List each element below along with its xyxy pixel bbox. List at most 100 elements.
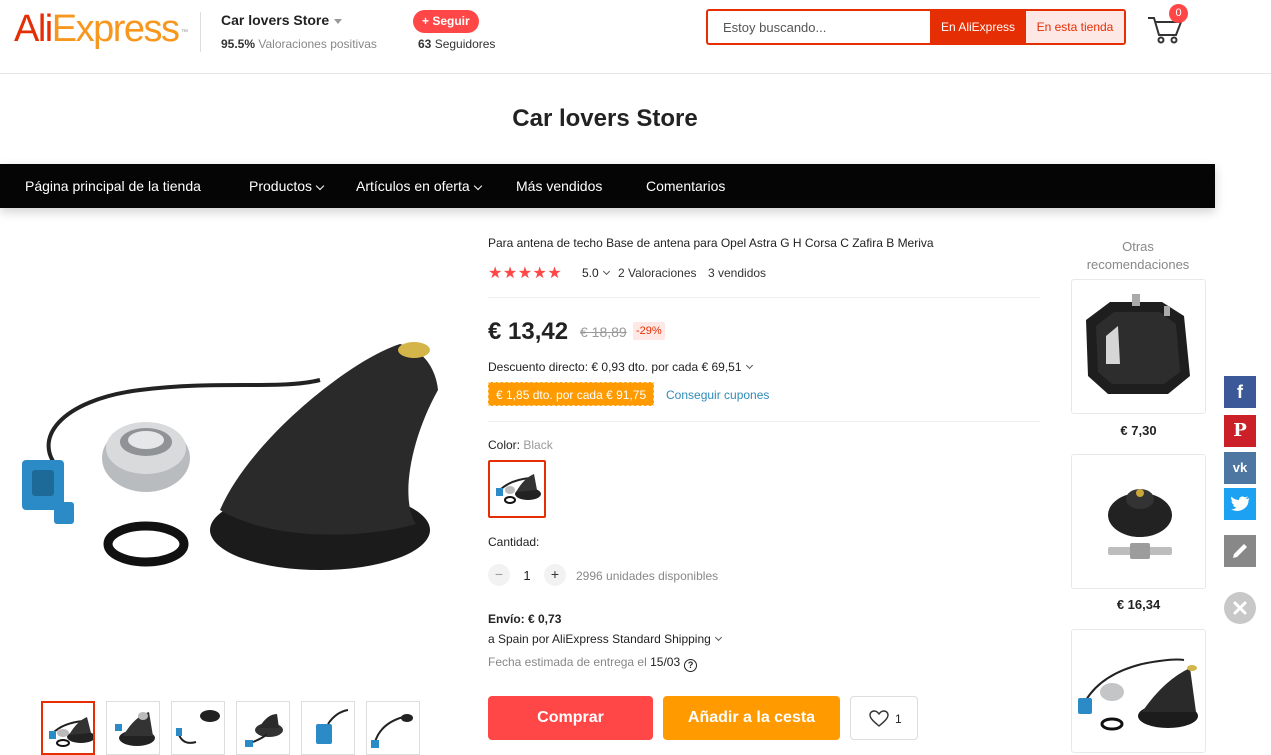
shipping-cost: Envío: € 0,73	[488, 612, 562, 626]
coupon-tag[interactable]: € 1,85 dto. por cada € 91,75	[488, 382, 655, 406]
twitter-bird-icon	[1231, 496, 1250, 511]
divider	[488, 297, 1040, 298]
top-bar: AliExpress ™ Car lovers Store 95.5% Valor…	[0, 0, 1271, 74]
discount-badge: -29%	[633, 322, 665, 340]
current-price: € 13,42	[488, 318, 569, 345]
recommendation-item-1[interactable]	[1071, 279, 1206, 414]
rating-score: 5.0	[582, 266, 599, 280]
caret-down-icon	[334, 18, 343, 24]
recommendations-title: Otras recomendaciones	[1086, 239, 1190, 272]
product-thumb-image	[316, 709, 349, 744]
thumbnail-6[interactable]	[366, 701, 420, 755]
store-name: Car lovers Store	[221, 12, 330, 28]
wishlist-count: 1	[895, 712, 902, 726]
logo-trademark: ™	[181, 29, 188, 36]
close-share-button[interactable]	[1224, 592, 1256, 624]
recommendation-image	[1086, 294, 1190, 394]
recommendation-price-1: € 7,30	[1120, 423, 1157, 438]
twitter-share-icon[interactable]	[1224, 488, 1256, 520]
chevron-down-icon	[315, 181, 325, 191]
swatch-image	[496, 474, 541, 504]
chevron-down-icon	[714, 633, 722, 642]
chevron-down-icon	[745, 361, 753, 370]
store-name-dropdown[interactable]: Car lovers Store	[221, 12, 343, 28]
add-to-cart-button[interactable]: Añadir a la cesta	[663, 696, 840, 740]
nav-label: Productos	[249, 178, 313, 194]
store-nav: Página principal de la tienda Productos …	[0, 164, 1215, 208]
search-input[interactable]	[708, 11, 930, 43]
close-icon	[1233, 601, 1247, 615]
nav-label: Artículos en oferta	[356, 178, 470, 194]
followers-label: Seguidores	[434, 37, 496, 51]
available-units: 2996 unidades disponibles	[576, 569, 719, 583]
follow-button[interactable]: + Seguir	[413, 10, 479, 33]
header-divider	[200, 12, 201, 52]
color-swatch-black[interactable]	[488, 460, 546, 518]
edit-icon[interactable]	[1224, 535, 1256, 567]
product-thumb-image	[371, 714, 413, 748]
pencil-icon	[1233, 544, 1247, 558]
shipping-destination-dropdown[interactable]: a Spain por AliExpress Standard Shipping	[488, 632, 722, 646]
help-icon[interactable]: ?	[684, 659, 698, 672]
delivery-label: Fecha estimada de entrega el	[488, 655, 647, 669]
cart-count-badge: 0	[1169, 4, 1188, 23]
logo-express-text: Express	[51, 8, 180, 50]
nav-item-deals[interactable]: Artículos en oferta	[356, 164, 482, 208]
original-price: € 18,89	[580, 324, 627, 340]
quantity-decrease-button[interactable]: −	[488, 564, 510, 586]
color-label-text: Color:	[488, 438, 521, 452]
quantity-value[interactable]: 1	[520, 568, 534, 583]
product-thumb-image	[49, 717, 93, 747]
quantity-label: Cantidad:	[488, 535, 540, 549]
wishlist-button[interactable]: 1	[850, 696, 918, 740]
store-title: Car lovers Store	[512, 105, 698, 132]
pinterest-share-icon[interactable]: P	[1224, 415, 1256, 447]
thumbnail-2[interactable]	[106, 701, 160, 755]
rating-stars-icon: ★★★★★	[488, 265, 563, 282]
reviews-link[interactable]: 2 Valoraciones	[618, 266, 697, 280]
thumbnail-5[interactable]	[301, 701, 355, 755]
nav-label: Más vendidos	[516, 178, 603, 194]
recommendation-price-2: € 16,34	[1116, 597, 1161, 612]
thumbnail-4[interactable]	[236, 701, 290, 755]
color-label: Color: Black	[488, 438, 553, 452]
get-coupons-link[interactable]: Conseguir cupones	[666, 388, 769, 402]
nav-item-reviews[interactable]: Comentarios	[646, 164, 725, 208]
vk-share-icon[interactable]: vk	[1224, 452, 1256, 484]
shipping-destination: a Spain por AliExpress Standard Shipping	[488, 632, 711, 646]
thumbnail-3[interactable]	[171, 701, 225, 755]
nav-label: Comentarios	[646, 178, 726, 194]
nav-label: Página principal de la tienda	[25, 178, 201, 194]
nav-item-bestsellers[interactable]: Más vendidos	[516, 164, 602, 208]
rating-value: 95.5%	[221, 37, 256, 51]
nav-item-home[interactable]: Página principal de la tienda	[25, 164, 201, 208]
nav-item-products[interactable]: Productos	[249, 164, 325, 208]
product-thumb-image	[245, 714, 283, 747]
product-thumb-image	[176, 710, 220, 744]
product-main-image[interactable]	[20, 330, 440, 590]
search-aliexpress-button[interactable]: En AliExpress	[930, 11, 1026, 43]
facebook-share-icon[interactable]: f	[1224, 376, 1256, 408]
product-thumb-image	[115, 712, 155, 746]
rating-label: Valoraciones positivas	[258, 37, 377, 51]
heart-icon	[869, 710, 889, 727]
aliexpress-logo[interactable]: AliExpress ™	[14, 8, 188, 50]
buy-now-button[interactable]: Comprar	[488, 696, 653, 740]
direct-discount-text: Descuento directo: € 0,93 dto. por cada …	[488, 360, 742, 374]
logo-ali-text: Ali	[14, 8, 53, 50]
search-bar: En AliExpress En esta tienda	[706, 9, 1126, 45]
divider	[488, 421, 1040, 422]
recommendation-item-3[interactable]	[1071, 629, 1206, 753]
delivery-estimate: Fecha estimada de entrega el 15/03?	[488, 655, 698, 672]
recommendation-item-2[interactable]	[1071, 454, 1206, 589]
color-value: Black	[523, 438, 553, 452]
rating-score-dropdown[interactable]: 5.0	[582, 266, 610, 280]
recommendation-image	[1108, 489, 1172, 559]
search-store-button[interactable]: En esta tienda	[1026, 11, 1124, 43]
chevron-down-icon	[473, 181, 482, 191]
quantity-increase-button[interactable]: +	[544, 564, 566, 586]
thumbnail-1[interactable]	[41, 701, 95, 755]
sold-count: 3 vendidos	[708, 266, 767, 280]
store-rating: 95.5% Valoraciones positivas	[221, 37, 377, 51]
direct-discount-dropdown[interactable]: Descuento directo: € 0,93 dto. por cada …	[488, 360, 753, 374]
